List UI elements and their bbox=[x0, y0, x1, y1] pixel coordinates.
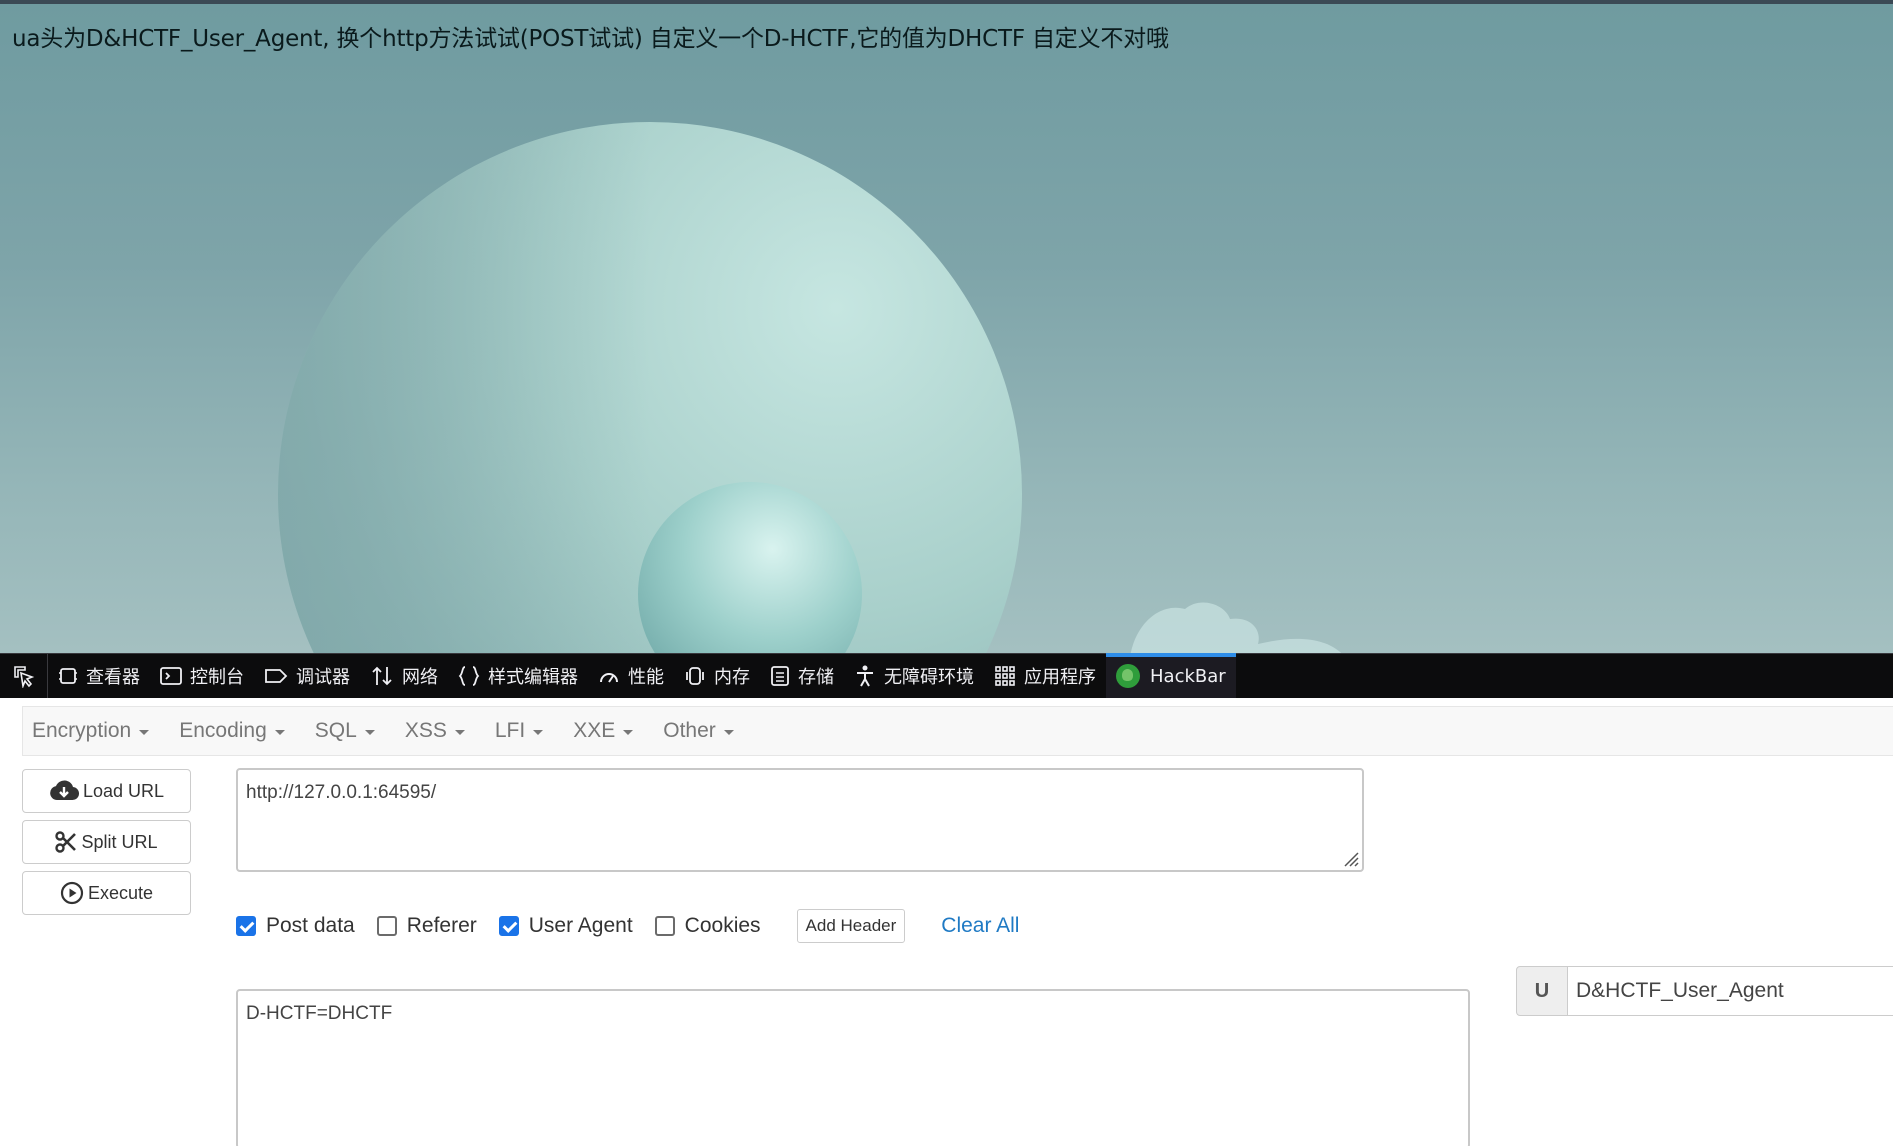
accessibility-icon bbox=[857, 665, 873, 687]
clear-all-link[interactable]: Clear All bbox=[941, 914, 1019, 938]
tab-memory-label: 内存 bbox=[714, 667, 750, 688]
add-header-button[interactable]: Add Header bbox=[796, 909, 906, 943]
cookies-label: Cookies bbox=[684, 914, 761, 937]
tab-storage-label: 存储 bbox=[798, 667, 834, 688]
user-agent-checkbox[interactable] bbox=[498, 916, 519, 936]
tab-performance-label: 性能 bbox=[628, 667, 664, 688]
menu-encoding-label: Encoding bbox=[179, 719, 267, 742]
network-icon bbox=[372, 666, 392, 686]
chevron-down-icon bbox=[139, 729, 150, 735]
referer-option[interactable]: Referer bbox=[376, 914, 477, 938]
debugger-icon bbox=[265, 669, 288, 683]
cloud-download-icon bbox=[50, 780, 79, 801]
hackbar-panel: Encryption Encoding SQL XSS LFI XXE Othe… bbox=[0, 698, 1893, 1146]
chevron-down-icon bbox=[533, 729, 544, 735]
referer-checkbox[interactable] bbox=[376, 916, 397, 936]
load-url-label: Load URL bbox=[82, 780, 165, 801]
post-data-textarea[interactable]: D-HCTF=DHCTF bbox=[236, 989, 1470, 1146]
cloud-shape bbox=[1130, 602, 1342, 653]
post-data-checkbox[interactable] bbox=[236, 916, 256, 936]
tab-accessibility[interactable]: 无障碍环境 bbox=[844, 654, 984, 699]
menu-sql-label: SQL bbox=[314, 719, 357, 742]
chevron-down-icon bbox=[274, 729, 285, 735]
user-agent-label: User Agent bbox=[528, 914, 633, 937]
user-agent-value: D&HCTF_User_Agent bbox=[1576, 979, 1784, 1002]
scissors-icon bbox=[55, 831, 77, 853]
user-agent-input[interactable]: D&HCTF_User_Agent bbox=[1568, 966, 1893, 1016]
tab-console-label: 控制台 bbox=[190, 667, 244, 688]
tab-debugger-label: 调试器 bbox=[296, 667, 350, 688]
tab-network[interactable]: 网络 bbox=[360, 654, 448, 699]
menu-xxe-label: XXE bbox=[573, 719, 616, 742]
tab-inspector[interactable]: 查看器 bbox=[48, 654, 150, 699]
element-picker-icon bbox=[13, 666, 34, 688]
post-data-option[interactable]: Post data bbox=[236, 914, 355, 938]
devtools-toolbar: 查看器 控制台 调试器 网络 样式编辑器 性能 内存 存储 无障碍环境 应用程序… bbox=[0, 652, 1893, 699]
page-viewport: ua头为D&HCTF_User_Agent, 换个http方法试试(POST试试… bbox=[0, 0, 1893, 653]
tab-application[interactable]: 应用程序 bbox=[984, 654, 1106, 699]
options-row: Post data Referer User Agent Cookies Add… bbox=[236, 906, 1019, 946]
user-agent-option[interactable]: User Agent bbox=[498, 914, 633, 938]
url-textarea[interactable]: http://127.0.0.1:64595/ bbox=[236, 768, 1364, 872]
load-url-button[interactable]: Load URL bbox=[22, 769, 191, 813]
user-agent-input-group: U D&HCTF_User_Agent bbox=[1516, 966, 1893, 1016]
post-data-label: Post data bbox=[266, 914, 355, 937]
hackbar-menu: Encryption Encoding SQL XSS LFI XXE Othe… bbox=[22, 706, 1893, 756]
cookies-option[interactable]: Cookies bbox=[654, 914, 761, 938]
page-message: ua头为D&HCTF_User_Agent, 换个http方法试试(POST试试… bbox=[12, 26, 1169, 52]
cookies-checkbox[interactable] bbox=[654, 916, 675, 936]
tab-hackbar[interactable]: HackBar bbox=[1106, 652, 1236, 699]
menu-encryption-label: Encryption bbox=[32, 719, 132, 742]
performance-icon bbox=[600, 673, 618, 683]
console-icon bbox=[160, 667, 182, 685]
tab-accessibility-label: 无障碍环境 bbox=[884, 667, 974, 688]
menu-xxe[interactable]: XXE bbox=[573, 719, 634, 743]
split-url-button[interactable]: Split URL bbox=[22, 820, 191, 864]
tab-style-editor-label: 样式编辑器 bbox=[488, 667, 578, 688]
memory-icon bbox=[686, 667, 704, 685]
chevron-down-icon bbox=[454, 729, 465, 735]
tab-inspector-label: 查看器 bbox=[86, 667, 140, 688]
execute-label: Execute bbox=[87, 882, 154, 903]
menu-lfi-label: LFI bbox=[494, 719, 526, 742]
inspector-icon bbox=[59, 668, 77, 684]
play-circle-icon bbox=[60, 881, 84, 905]
tab-storage[interactable]: 存储 bbox=[760, 654, 844, 699]
storage-icon bbox=[771, 666, 789, 686]
chevron-down-icon bbox=[623, 729, 634, 735]
menu-sql[interactable]: SQL bbox=[315, 719, 375, 743]
tab-debugger[interactable]: 调试器 bbox=[254, 654, 360, 699]
tab-console[interactable]: 控制台 bbox=[150, 654, 254, 699]
tab-style-editor[interactable]: 样式编辑器 bbox=[448, 654, 588, 699]
menu-lfi[interactable]: LFI bbox=[494, 719, 544, 743]
menu-encoding[interactable]: Encoding bbox=[179, 719, 285, 743]
chevron-down-icon bbox=[723, 729, 734, 735]
application-icon bbox=[995, 666, 1015, 686]
resize-grip-icon[interactable] bbox=[1341, 849, 1359, 867]
tab-network-label: 网络 bbox=[402, 667, 438, 688]
menu-xss[interactable]: XSS bbox=[405, 719, 465, 743]
tab-memory[interactable]: 内存 bbox=[674, 654, 760, 699]
menu-encryption[interactable]: Encryption bbox=[32, 719, 150, 743]
post-data-value: D-HCTF=DHCTF bbox=[246, 1003, 393, 1024]
menu-other[interactable]: Other bbox=[663, 719, 734, 743]
tab-application-label: 应用程序 bbox=[1024, 667, 1096, 688]
style-editor-icon bbox=[458, 666, 480, 686]
execute-button[interactable]: Execute bbox=[22, 871, 191, 915]
hackbar-icon bbox=[1116, 664, 1140, 688]
tab-hackbar-label: HackBar bbox=[1150, 665, 1226, 687]
referer-label: Referer bbox=[406, 914, 477, 937]
menu-xss-label: XSS bbox=[404, 719, 447, 742]
url-value: http://127.0.0.1:64595/ bbox=[246, 782, 437, 803]
menu-other-label: Other bbox=[663, 719, 716, 742]
tab-performance[interactable]: 性能 bbox=[588, 654, 674, 699]
chevron-down-icon bbox=[364, 729, 375, 735]
split-url-label: Split URL bbox=[81, 831, 158, 852]
element-picker-button[interactable] bbox=[0, 653, 48, 699]
user-agent-prefix: U bbox=[1516, 966, 1568, 1016]
background-artwork bbox=[278, 122, 1342, 653]
